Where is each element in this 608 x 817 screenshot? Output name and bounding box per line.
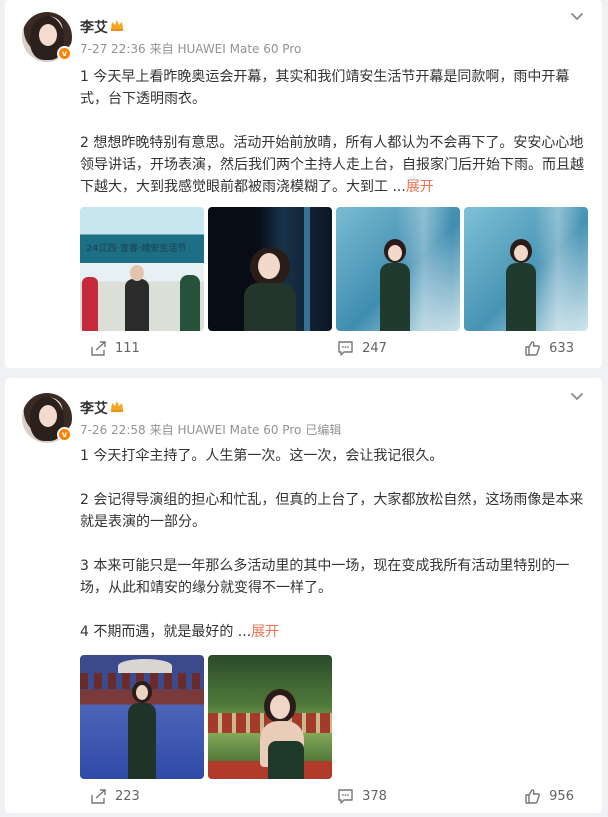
like-count: 956 (549, 789, 574, 804)
chevron-down-icon[interactable] (570, 10, 584, 24)
paragraph: 2 会记得导演组的担心和忙乱，但真的上台了，大家都放松自然，这场雨像是本来就是表… (80, 492, 584, 530)
post-meta: 7-27 22:36 来自 HUAWEI Mate 60 Pro (80, 40, 305, 57)
post-time[interactable]: 7-26 22:58 (80, 423, 146, 437)
expand-link[interactable]: 展开 (251, 624, 279, 640)
like-count: 633 (549, 341, 574, 356)
post-meta: 7-26 22:58 来自 HUAWEI Mate 60 Pro 已编辑 (80, 421, 345, 438)
edited-label[interactable]: 已编辑 (305, 423, 341, 437)
repost-count: 223 (115, 789, 140, 804)
paragraph: 3 本来可能只是一年那么多活动里的其中一场，现在变成我所有活动里特别的一场，从此… (80, 558, 570, 596)
comment-count: 247 (362, 341, 387, 356)
image-grid (80, 655, 332, 779)
repost-button[interactable]: 223 (90, 788, 140, 805)
post-text: 1 今天早上看昨晚奥运会开幕，其实和我们靖安生活节开幕是同款啊，雨中开幕式，台下… (80, 66, 585, 198)
post-time[interactable]: 7-27 22:36 (80, 42, 146, 56)
crown-icon (111, 401, 123, 412)
verified-badge-icon: v (57, 46, 72, 61)
action-bar: 111 247 633 (5, 340, 602, 357)
action-bar: 223 378 956 (5, 788, 602, 805)
post-image[interactable] (80, 655, 204, 779)
comment-button[interactable]: 247 (337, 340, 387, 357)
post-image[interactable] (464, 207, 588, 331)
comment-icon (338, 789, 353, 804)
feed-card: v 李艾 7-27 22:36 来自 HUAWEI Mate 60 Pro 1 今… (5, 0, 602, 368)
post-image[interactable]: 24江西·宜春·靖安生活节 (80, 207, 204, 331)
repost-count: 111 (115, 341, 140, 356)
post-image[interactable] (208, 207, 332, 331)
repost-button[interactable]: 111 (90, 340, 140, 357)
post-image[interactable] (336, 207, 460, 331)
share-icon (91, 789, 106, 804)
share-icon (91, 341, 106, 356)
verified-badge-icon: v (57, 427, 72, 442)
feed-card: v 李艾 7-26 22:58 来自 HUAWEI Mate 60 Pro 已编辑 … (5, 378, 602, 813)
paragraph: 1 今天早上看昨晚奥运会开幕，其实和我们靖安生活节开幕是同款啊，雨中开幕式，台下… (80, 69, 570, 107)
crown-icon (111, 20, 123, 31)
chevron-down-icon[interactable] (570, 390, 584, 404)
thumbs-up-icon (525, 341, 541, 356)
like-button[interactable]: 633 (524, 340, 574, 357)
expand-link[interactable]: 展开 (406, 179, 434, 195)
post-source: 来自 HUAWEI Mate 60 Pro (149, 423, 302, 437)
banner-text: 24江西·宜春·靖安生活节 (86, 244, 187, 254)
comment-icon (338, 341, 353, 356)
paragraph: 4 不期而遇，就是最好的 ...展开 (80, 624, 280, 640)
post-image[interactable] (208, 655, 332, 779)
comment-count: 378 (362, 789, 387, 804)
like-button[interactable]: 956 (524, 788, 574, 805)
author-name[interactable]: 李艾 (80, 17, 108, 37)
paragraph: 2 想想昨晚特别有意思。活动开始前放晴，所有人都认为不会再下了。安安心心地领导讲… (80, 135, 584, 195)
paragraph: 1 今天打伞主持了。人生第一次。这一次，会让我记很久。 (80, 448, 444, 464)
post-text: 1 今天打伞主持了。人生第一次。这一次，会让我记很久。 2 会记得导演组的担心和… (80, 445, 585, 643)
post-source: 来自 HUAWEI Mate 60 Pro (149, 42, 302, 56)
image-grid: 24江西·宜春·靖安生活节 (80, 207, 588, 331)
author-name[interactable]: 李艾 (80, 398, 108, 418)
thumbs-up-icon (525, 789, 541, 804)
comment-button[interactable]: 378 (337, 788, 387, 805)
